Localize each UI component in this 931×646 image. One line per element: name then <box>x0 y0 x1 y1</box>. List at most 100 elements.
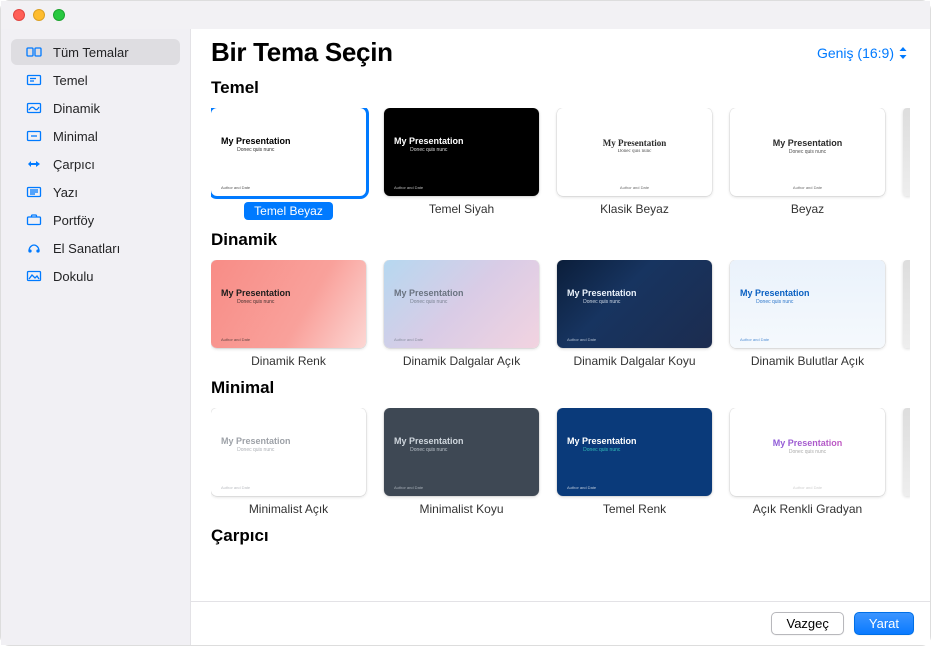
page-title: Bir Tema Seçin <box>211 37 393 68</box>
thumb-content: My PresentationDonec quis nunc <box>221 436 291 453</box>
theme-thumbnail[interactable]: My PresentationDonec quis nuncAuthor and… <box>211 108 366 196</box>
sidebar-item-3[interactable]: Minimal <box>11 123 180 149</box>
theme-peek[interactable] <box>903 108 910 220</box>
sidebar-item-4[interactable]: Çarpıcı <box>11 151 180 177</box>
theme-thumbnail[interactable]: My PresentationDonec quis nunc Author and… <box>211 260 366 348</box>
craft-icon <box>25 240 43 256</box>
thumb-author: Author and Date <box>567 485 596 490</box>
thumb-content: My PresentationDonec quis nunc <box>394 436 464 453</box>
theme-thumbnail[interactable]: My PresentationDonec quis nunc Author and… <box>384 260 539 348</box>
minimize-window-button[interactable] <box>33 9 45 21</box>
thumb-author: Author and Date <box>394 337 423 342</box>
theme-item[interactable]: My PresentationDonec quis nunc Author and… <box>384 260 539 368</box>
basic-icon <box>25 72 43 88</box>
theme-thumbnail[interactable]: My PresentationDonec quis nuncAuthor and… <box>211 408 366 496</box>
theme-thumbnail[interactable]: My PresentationDonec quis nunc Author and… <box>384 108 539 196</box>
theme-item[interactable]: My PresentationDonec quis nunc Author and… <box>211 260 366 368</box>
section-2: Minimal My PresentationDonec quis nunc Aut… <box>211 378 910 516</box>
footer: Vazgeç Yarat <box>191 601 930 645</box>
sidebar-item-label: Dinamik <box>53 101 100 116</box>
main-panel: Bir Tema Seçin Geniş (16:9) Temel My Pres… <box>191 29 930 645</box>
section-title: Minimal <box>211 378 910 398</box>
sidebar-item-label: Yazı <box>53 185 78 200</box>
close-window-button[interactable] <box>13 9 25 21</box>
sidebar-item-label: Çarpıcı <box>53 157 95 172</box>
thumb-subtitle: Donec quis nunc <box>567 299 637 305</box>
aspect-ratio-label: Geniş (16:9) <box>817 45 894 61</box>
theme-thumbnail[interactable]: My PresentationDonec quis nuncAuthor and… <box>730 260 885 348</box>
thumb-title: My Presentation <box>394 288 464 298</box>
zoom-window-button[interactable] <box>53 9 65 21</box>
sidebar-item-label: El Sanatları <box>53 241 120 256</box>
thumb-author: Author and Date <box>394 185 423 190</box>
thumb-subtitle: Donec quis nunc <box>394 299 464 305</box>
thumb-content: My PresentationDonec quis nunc <box>557 138 712 154</box>
thumb-author: Author and Date <box>221 337 250 342</box>
thumb-author: Author and Date <box>730 185 885 190</box>
thumb-content: My PresentationDonec quis nunc <box>394 288 464 305</box>
sidebar-item-label: Tüm Temalar <box>53 45 129 60</box>
theme-peek[interactable] <box>903 260 910 368</box>
thumb-subtitle: Donec quis nunc <box>221 447 291 453</box>
thumb-content: My PresentationDonec quis nunc <box>567 436 637 453</box>
sidebar-item-0[interactable]: Tüm Temalar <box>11 39 180 65</box>
bold-icon <box>25 156 43 172</box>
sidebar-item-5[interactable]: Yazı <box>11 179 180 205</box>
section-title: Dinamik <box>211 230 910 250</box>
theme-item[interactable]: My PresentationDonec quis nunc Author and… <box>557 108 712 220</box>
editorial-icon <box>25 184 43 200</box>
thumb-content: My PresentationDonec quis nunc <box>730 138 885 155</box>
sidebar-item-8[interactable]: Dokulu <box>11 263 180 289</box>
theme-item[interactable]: My PresentationDonec quis nuncAuthor and… <box>211 108 366 220</box>
create-button[interactable]: Yarat <box>854 612 914 635</box>
theme-label: Minimalist Koyu <box>384 502 539 516</box>
thumb-subtitle: Donec quis nunc <box>394 447 464 453</box>
section-0: TemelMy PresentationDonec quis nuncAutho… <box>211 78 910 220</box>
thumb-content: My PresentationDonec quis nunc <box>394 136 464 153</box>
theme-item[interactable]: My PresentationDonec quis nuncAuthor and… <box>557 260 712 368</box>
theme-thumbnail[interactable]: My PresentationDonec quis nunc Author and… <box>730 108 885 196</box>
minimal-icon <box>25 128 43 144</box>
thumb-title: My Presentation <box>221 136 291 146</box>
theme-peek[interactable] <box>903 408 910 516</box>
thumb-author: Author and Date <box>394 485 423 490</box>
thumb-subtitle: Donec quis nunc <box>730 149 885 155</box>
theme-item[interactable]: My PresentationDonec quis nunc Author and… <box>557 408 712 516</box>
thumb-subtitle: Donec quis nunc <box>740 299 810 305</box>
thumb-author: Author and Date <box>557 185 712 190</box>
theme-row: My PresentationDonec quis nunc Author and… <box>211 408 910 516</box>
theme-label: Dinamik Bulutlar Açık <box>730 354 885 368</box>
sidebar-item-1[interactable]: Temel <box>11 67 180 93</box>
thumb-content: My PresentationDonec quis nunc <box>221 288 291 305</box>
window-titlebar <box>1 1 930 29</box>
thumb-title: My Presentation <box>730 138 885 148</box>
theme-thumbnail[interactable]: My PresentationDonec quis nunc Author and… <box>557 108 712 196</box>
section-title: Çarpıcı <box>211 526 910 546</box>
section-title: Temel <box>211 78 910 98</box>
sidebar-item-7[interactable]: El Sanatları <box>11 235 180 261</box>
aspect-ratio-selector[interactable]: Geniş (16:9) <box>815 41 910 65</box>
theme-thumbnail[interactable]: My PresentationDonec quis nunc Author and… <box>384 408 539 496</box>
theme-item[interactable]: My PresentationDonec quis nunc Author and… <box>384 408 539 516</box>
dynamic-icon <box>25 100 43 116</box>
theme-item[interactable]: My PresentationDonec quis nuncAuthor and… <box>211 408 366 516</box>
thumb-content: My PresentationDonec quis nunc <box>567 288 637 305</box>
theme-label: Açık Renkli Gradyan <box>730 502 885 516</box>
sidebar-item-2[interactable]: Dinamik <box>11 95 180 121</box>
theme-thumbnail[interactable]: My PresentationDonec quis nunc Author and… <box>557 408 712 496</box>
sidebar-item-6[interactable]: Portföy <box>11 207 180 233</box>
theme-row: My PresentationDonec quis nuncAuthor and… <box>211 260 910 368</box>
thumb-content: My PresentationDonec quis nunc <box>730 438 885 455</box>
theme-thumbnail[interactable]: My PresentationDonec quis nuncAuthor and… <box>730 408 885 496</box>
theme-item[interactable]: My PresentationDonec quis nunc Author and… <box>730 108 885 220</box>
cancel-button[interactable]: Vazgeç <box>771 612 843 635</box>
thumb-title: My Presentation <box>394 136 464 146</box>
theme-row: My PresentationDonec quis nuncAuthor and… <box>211 108 910 220</box>
thumb-content: My PresentationDonec quis nunc <box>740 288 810 305</box>
thumb-author: Author and Date <box>221 185 250 190</box>
thumb-title: My Presentation <box>557 138 712 148</box>
theme-item[interactable]: My PresentationDonec quis nunc Author and… <box>384 108 539 220</box>
theme-item[interactable]: My PresentationDonec quis nuncAuthor and… <box>730 260 885 368</box>
theme-item[interactable]: My PresentationDonec quis nuncAuthor and… <box>730 408 885 516</box>
theme-thumbnail[interactable]: My PresentationDonec quis nuncAuthor and… <box>557 260 712 348</box>
